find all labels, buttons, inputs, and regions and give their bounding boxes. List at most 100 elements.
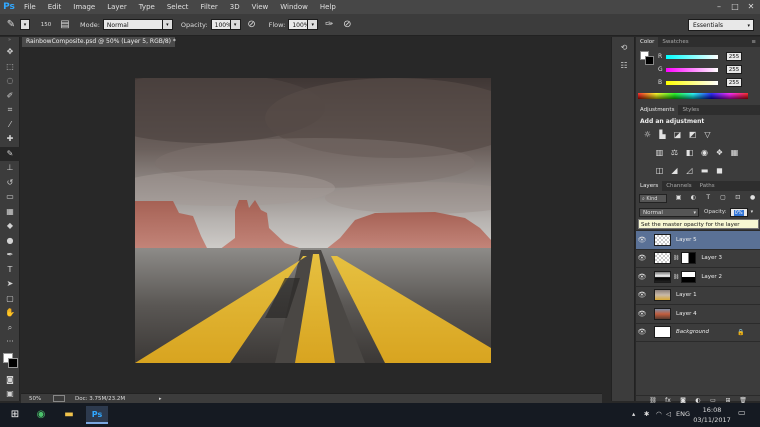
filter-shape-icon[interactable]: ▢ [717,192,729,204]
visibility-eye-icon[interactable]: 👁 [636,291,648,299]
blur-tool-icon[interactable]: ◆ [0,219,20,234]
red-channel-value[interactable]: 255 [726,52,742,61]
hand-tool-icon[interactable]: ✋ [0,306,20,321]
layer-row-layer-1[interactable]: 👁 Layer 1 [636,287,760,305]
levels-icon[interactable]: ▙ [657,129,669,141]
filter-smart-object-icon[interactable]: ⊡ [732,192,744,204]
marquee-tool-icon[interactable]: ⬚ [0,60,20,75]
visibility-eye-icon[interactable]: 👁 [636,273,648,281]
menu-filter[interactable]: Filter [194,0,223,14]
brush-tool-icon[interactable]: ✎ [4,18,18,32]
vibrance-icon[interactable]: ▽ [702,129,714,141]
black-white-icon[interactable]: ◧ [684,147,696,159]
chrome-icon[interactable]: ◉ [32,406,50,424]
lasso-tool-icon[interactable]: ◌ [0,74,20,89]
gradient-tool-icon[interactable]: ▦ [0,205,20,220]
posterize-icon[interactable]: ◢ [669,165,681,177]
more-tools-icon[interactable]: ··· [0,335,20,350]
layer-filter-select[interactable]: ⌕ Kind [639,193,667,203]
hue-saturation-icon[interactable]: ▥ [654,147,666,159]
move-tool-icon[interactable]: ✥ [0,45,20,60]
photoshop-taskbar-icon[interactable]: Ps [86,406,108,424]
menu-window[interactable]: Window [274,0,314,14]
share-icon[interactable] [53,395,65,402]
panel-menu-icon[interactable]: ≡ [751,37,760,47]
minimize-button[interactable]: – [712,0,726,14]
layer-mask-thumbnail[interactable] [681,252,697,265]
mode-dropdown-arrow[interactable]: ▾ [162,19,173,30]
type-tool-icon[interactable]: T [0,263,20,278]
language-indicator[interactable]: ENG [676,410,690,418]
threshold-icon[interactable]: ◿ [684,165,696,177]
filter-type-icon[interactable]: T [702,192,714,204]
menu-type[interactable]: Type [133,0,161,14]
color-spectrum-ramp[interactable] [638,93,748,99]
tab-layers[interactable]: Layers [636,181,663,191]
brush-size-value[interactable]: 150 [38,22,54,28]
layer-opacity-input[interactable]: 0% [729,207,748,217]
blue-channel-value[interactable]: 255 [726,78,742,87]
dodge-tool-icon[interactable]: ● [0,234,20,249]
properties-panel-icon[interactable]: ☷ [612,59,636,73]
visibility-eye-icon[interactable]: 👁 [636,236,648,244]
shape-tool-icon[interactable]: ▢ [0,292,20,307]
layer-row-layer-5[interactable]: 👁 Layer 5 [636,231,760,250]
visibility-eye-icon[interactable]: 👁 [636,254,648,262]
tool-preset-dropdown[interactable]: ▾ [20,19,30,30]
screen-mode-icon[interactable]: ▣ [0,387,20,402]
filter-pixel-icon[interactable]: ▣ [673,192,685,204]
flow-input[interactable]: 100% [288,19,309,30]
tray-up-arrow-icon[interactable]: ▴ [632,410,635,418]
menu-edit[interactable]: Edit [42,0,68,14]
eyedropper-tool-icon[interactable]: ⁄ [0,118,20,133]
tab-styles[interactable]: Styles [678,105,703,115]
menu-help[interactable]: Help [314,0,342,14]
selective-color-icon[interactable]: ◼ [714,165,726,177]
layer-row-layer-4[interactable]: 👁 Layer 4 [636,305,760,324]
clock-date[interactable]: 03/11/2017 [693,416,731,424]
menu-image[interactable]: Image [67,0,101,14]
color-lookup-icon[interactable]: ▦ [729,147,741,159]
menu-layer[interactable]: Layer [101,0,133,14]
zoom-tool-icon[interactable]: ⌕ [0,321,20,336]
maximize-button[interactable]: □ [728,0,742,14]
brush-panel-icon[interactable]: ▤ [58,18,72,32]
menu-view[interactable]: View [246,0,275,14]
brush-tool-icon[interactable]: ✎ [0,146,20,161]
tab-paths[interactable]: Paths [696,181,719,191]
close-button[interactable]: ✕ [744,0,758,14]
history-panel-icon[interactable]: ⟲ [612,41,636,55]
brightness-contrast-icon[interactable]: ☼ [642,129,654,141]
eraser-tool-icon[interactable]: ▭ [0,190,20,205]
airbrush-icon[interactable]: ✑ [322,18,336,32]
clock-time[interactable]: 16:08 [700,406,724,414]
curves-icon[interactable]: ◪ [672,129,684,141]
crop-tool-icon[interactable]: ⌗ [0,103,20,118]
windows-start-icon[interactable]: ⊞ [6,406,24,424]
status-menu-arrow-icon[interactable]: ▸ [159,396,162,402]
wifi-icon[interactable]: ◠ [656,410,662,418]
document-tab[interactable]: RainbowComposite.psd @ 50% (Layer 5, RGB… [22,37,176,47]
color-swatches[interactable] [3,353,19,369]
path-select-tool-icon[interactable]: ➤ [0,277,20,292]
invert-icon[interactable]: ◫ [654,165,666,177]
exposure-icon[interactable]: ◩ [687,129,699,141]
pressure-opacity-icon[interactable]: ⊘ [245,18,259,32]
channel-mixer-icon[interactable]: ❖ [714,147,726,159]
quick-mask-icon[interactable]: ◙ [0,373,20,388]
notifications-icon[interactable]: ▭ [738,408,746,417]
healing-brush-tool-icon[interactable]: ✚ [0,132,20,147]
workspace-select[interactable]: Essentials ▾ [688,19,754,31]
doc-size-info[interactable]: Doc: 3.75M/23.2M [75,396,125,402]
file-explorer-icon[interactable]: ▬ [60,406,78,424]
pen-tool-icon[interactable]: ✒ [0,248,20,263]
green-channel-value[interactable]: 255 [726,65,742,74]
zoom-level[interactable]: 50% [29,396,49,402]
tab-channels[interactable]: Channels [662,181,695,191]
layer-row-layer-3[interactable]: 👁 ⛓ Layer 3 [636,250,760,268]
pressure-size-icon[interactable]: ⊘ [340,18,354,32]
tab-color[interactable]: Color [636,37,659,47]
gradient-map-icon[interactable]: ▬ [699,165,711,177]
layer-mask-thumbnail[interactable] [681,270,697,283]
canvas-image[interactable] [135,78,491,363]
